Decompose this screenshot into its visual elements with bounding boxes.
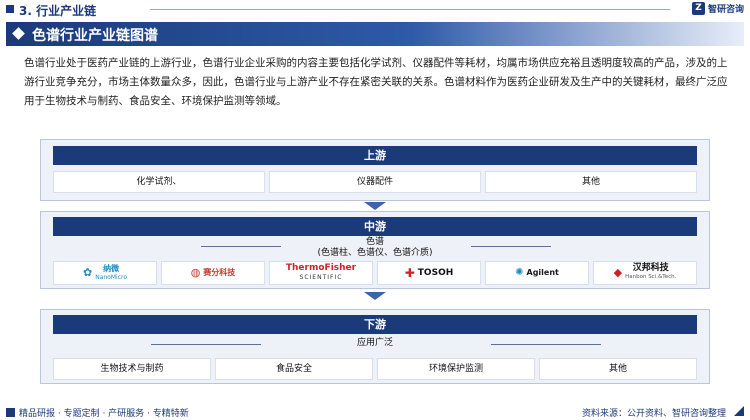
logo-subtext: NanoMicro [95,274,127,281]
intro-paragraph: 色谱行业处于医药产业链的上游行业，色谱行业企业采购的内容主要包括化学试剂、仪器配… [24,57,728,107]
agilent-spark-icon: ✺ [515,267,524,278]
sepax-mark-icon: ◍ [190,266,201,279]
midstream-sublabel: (色谱柱、色谱仪、色谱介质) [317,248,433,258]
logo-text: 汉邦科技 [632,263,669,273]
downstream-item: 环境保护监测 [377,358,535,380]
logo-subtext: Hanbon Sci.&Tech. [625,274,677,280]
header-divider [150,9,670,10]
downstream-item: 其他 [539,358,697,380]
upstream-panel: 上游 化学试剂、 仪器配件 其他 [40,139,710,201]
nanomicro-mark-icon: ✿ [82,266,93,279]
hanbon-mark-icon: ◆ [613,266,623,279]
brand-name: 智研咨询 [707,5,744,15]
logo-text: ThermoFisher [285,263,357,273]
footer-square-icon [6,408,15,417]
flow-arrow-down-icon [364,202,386,210]
downstream-items: 生物技术与制药 食品安全 环境保护监测 其他 [53,358,697,380]
upstream-items: 化学试剂、 仪器配件 其他 [53,171,697,193]
flow-arrow-down-icon [364,292,386,300]
logo-text: 赛分科技 [203,268,236,277]
footer: 精品研报 · 专题定制 · 产研服务 · 专精特新 资料来源：公开资料、智研咨询… [0,402,750,420]
downstream-panel: 下游 应用广泛 生物技术与制药 食品安全 环境保护监测 其他 [40,309,710,384]
section-banner: 色谱行业产业链图谱 [6,22,744,46]
brand: Z 智研咨询 [691,2,744,15]
agilent-logo: ✺ Agilent [485,261,589,285]
top-bar: 3. 行业产业链 Z 智研咨询 [0,0,750,20]
downstream-label: 应用广泛 [356,338,393,348]
tosoh-mark-icon: ✚ [404,266,415,280]
midstream-title: 中游 [53,217,697,236]
logo-subtext: SCIENTIFIC [299,274,343,281]
downstream-item: 食品安全 [215,358,373,380]
logo-text: TOSOH [417,268,454,278]
sepax-logo: ◍ 赛分科技 [161,261,265,285]
downstream-item: 生物技术与制药 [53,358,211,380]
upstream-item: 其他 [485,171,697,193]
logo-text: Agilent [526,268,559,277]
footer-tagline-text: 精品研报 · 专题定制 · 产研服务 · 专精特新 [19,409,189,419]
logo-text: 纳微 [103,264,120,273]
midstream-label: 色谱 [365,237,384,247]
thermofisher-logo: ThermoFisher SCIENTIFIC [269,261,373,285]
diamond-icon [12,27,25,40]
brand-logo-icon: Z [691,2,705,15]
upstream-item: 化学试剂、 [53,171,265,193]
banner-title: 色谱行业产业链图谱 [32,28,158,44]
upstream-title: 上游 [53,146,697,165]
tosoh-logo: ✚ TOSOH [377,261,481,285]
corner-triangle-icon [734,406,744,416]
section-title: 3. 行业产业链 [19,4,97,18]
footer-tagline: 精品研报 · 专题定制 · 产研服务 · 专精特新 [6,406,189,419]
section-square-icon [6,5,14,13]
nanomicro-logo: ✿ 纳微 NanoMicro [53,261,157,285]
midstream-panel: 中游 色谱 (色谱柱、色谱仪、色谱介质) ✿ 纳微 NanoMicro ◍ 赛分… [40,211,710,289]
source-note: 资料来源：公开资料、智研咨询整理 [581,409,726,419]
upstream-item: 仪器配件 [269,171,481,193]
downstream-title: 下游 [53,315,697,334]
hanbon-logo: ◆ 汉邦科技 Hanbon Sci.&Tech. [593,261,697,285]
company-logos: ✿ 纳微 NanoMicro ◍ 赛分科技 ThermoFisher SCIEN… [53,261,697,285]
